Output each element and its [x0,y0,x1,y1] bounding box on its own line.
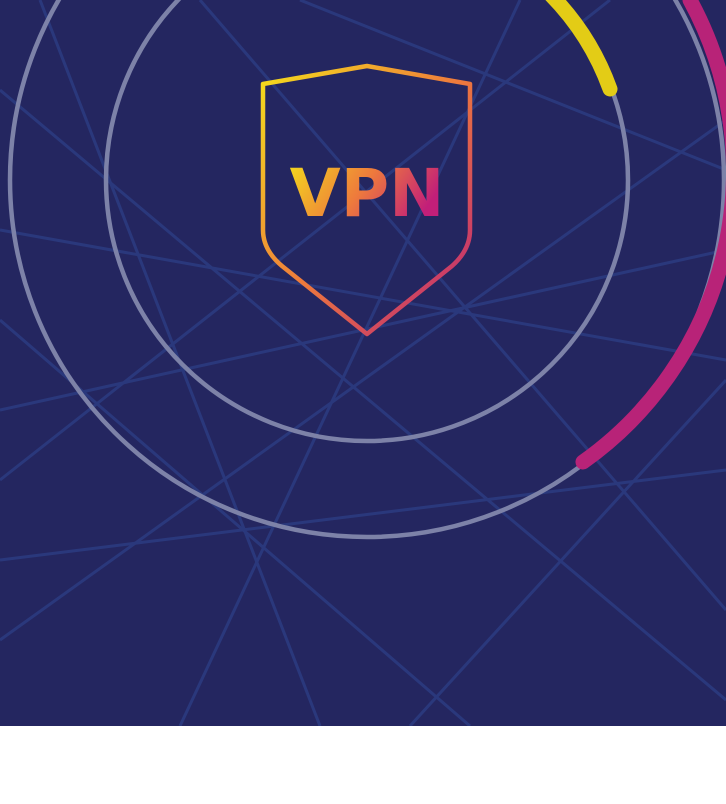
vpn-logo-text: VPN [290,155,445,232]
footer-strip [0,726,726,804]
outer-ring [7,0,726,540]
yellow-progress-arc [545,0,618,97]
hero-illustration: VPN [0,0,726,726]
vpn-hero-graphic: VPN [0,0,726,726]
shield-icon: VPN [260,63,473,337]
